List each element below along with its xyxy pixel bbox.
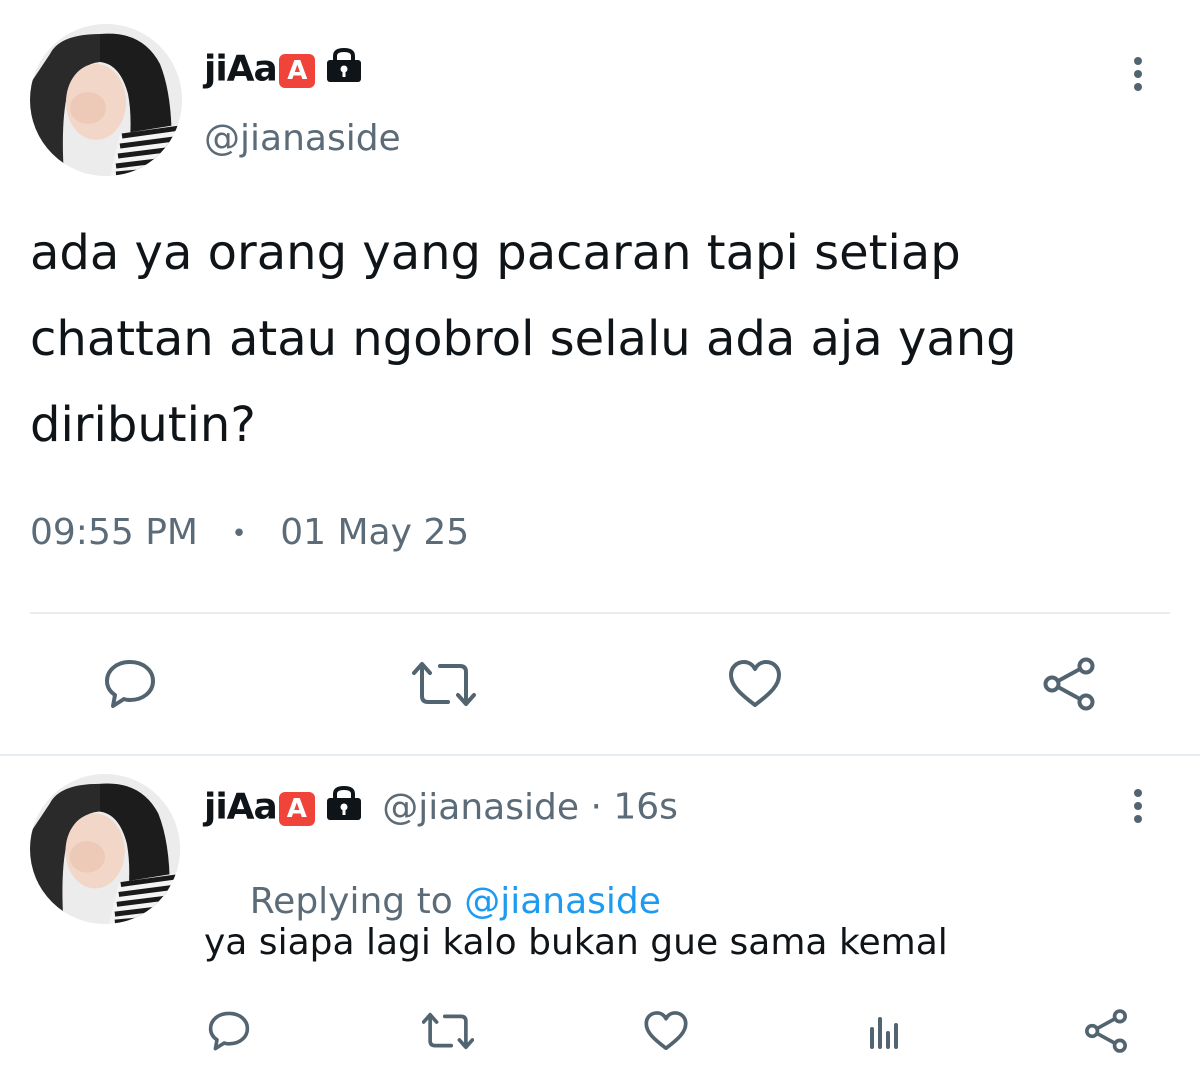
retweet-icon [422,1012,474,1050]
reply-icon [208,1011,250,1051]
display-name[interactable]: jiAa [204,787,278,828]
like-icon [729,660,781,707]
lock-icon [325,785,363,831]
tweet-age: 16s [613,786,678,828]
share-icon [1085,1009,1127,1053]
like-button[interactable] [726,656,784,712]
like-button[interactable] [642,1008,690,1054]
timestamp-row: 09:55 PM • 01 May 25 [30,512,469,553]
share-icon [1043,657,1095,711]
emoji-a-badge: A [278,53,315,88]
retweet-button[interactable] [412,656,476,712]
tweet-text-line: chattan atau ngobrol selalu ada aja yang [30,311,1017,367]
share-button[interactable] [1040,656,1098,712]
emoji-a-badge: A [278,791,315,826]
more-options-icon[interactable] [1124,784,1152,828]
replying-handle-link[interactable]: @jianaside [464,881,661,922]
more-options-icon[interactable] [1124,52,1152,96]
tweet-time[interactable]: 09:55 PM [30,512,198,553]
avatar-photo [30,24,182,176]
divider [30,612,1170,614]
avatar[interactable] [30,24,182,176]
tweet-text: ada ya orang yang pacaran tapi setiap ch… [30,210,1170,468]
tweet-text-line: ada ya orang yang pacaran tapi setiap [30,225,961,281]
reply-header: jiAa A @jianaside · 16s [204,785,678,831]
analytics-button[interactable] [860,1008,908,1054]
separator: · [579,786,614,828]
like-icon [644,1011,688,1051]
replying-prefix: Replying to [249,881,465,922]
tweet-text-line: diributin? [30,397,256,453]
retweet-button[interactable] [422,1008,474,1054]
retweet-icon [412,662,476,706]
avatar-photo [30,774,180,924]
display-name[interactable]: jiAa [204,49,278,90]
analytics-icon [870,1017,898,1049]
reply-text: ya siapa lagi kalo bukan gue sama kemal [204,922,948,963]
tweet-date[interactable]: 01 May 25 [280,512,469,553]
separator-dot: • [231,519,247,549]
reply-button[interactable] [206,1008,252,1054]
reply-button[interactable] [102,656,158,712]
lock-icon [325,47,363,93]
display-name-row: jiAa A [204,47,363,93]
share-button[interactable] [1082,1008,1130,1054]
handle[interactable]: @jianaside [204,118,401,159]
reply-icon [105,660,155,708]
avatar[interactable] [30,774,180,924]
section-divider [0,754,1200,756]
handle[interactable]: @jianaside [382,787,579,828]
